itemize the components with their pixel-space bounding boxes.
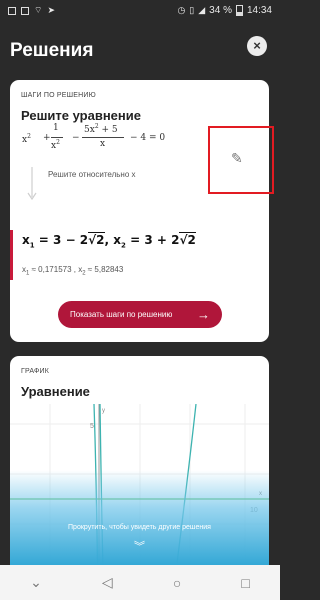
graph-card-title: Уравнение <box>21 384 90 399</box>
answer-accent-bar <box>10 230 13 280</box>
eq-term-x2: x2 <box>22 133 31 145</box>
wifi-icon: ⌔ <box>34 5 43 15</box>
mail-icon <box>8 6 16 15</box>
send-icon: ➤ <box>47 5 56 15</box>
hide-nav-icon[interactable]: ⌄ <box>30 574 42 591</box>
close-icon: × <box>253 38 261 53</box>
answer-roots: x1 = 3 − 2√2, x2 = 3 + 2√2 <box>22 232 196 250</box>
close-button[interactable]: × <box>247 36 267 56</box>
steps-card: ШАГИ ПО РЕШЕНИЮ Решите уравнение x2 + 1 … <box>10 80 269 342</box>
show-steps-button[interactable]: Показать шаги по решению → <box>58 301 222 328</box>
eq-plus: + <box>43 133 51 143</box>
steps-card-title: Решите уравнение <box>21 108 141 123</box>
battery-text: 34 % <box>209 5 232 16</box>
solve-for-text: Решите относительно x <box>48 170 136 179</box>
system-nav-bar: ⌄ ◁ ○ □ <box>0 565 280 600</box>
page-title: Решения <box>10 40 94 61</box>
alarm-icon: ◷ <box>177 5 186 15</box>
equation: x2 + 1 x2 − 5x2 + 5 x − 4 = 0 <box>22 123 192 153</box>
back-button[interactable]: ◁ <box>102 574 113 591</box>
eq-minus: − <box>72 133 80 143</box>
vibrate-icon: ▯ <box>189 5 195 15</box>
show-steps-label: Показать шаги по решению <box>70 310 173 319</box>
double-chevron-down-icon[interactable]: ︾ <box>10 538 269 554</box>
status-icons-left: ⌔ ➤ <box>8 5 55 16</box>
arrow-right-icon: → <box>197 307 210 322</box>
answer-approximations: x1 ≈ 0,171573 , x2 ≈ 5,82843 <box>22 265 124 277</box>
steps-section-label: ШАГИ ПО РЕШЕНИЮ <box>21 92 96 99</box>
scroll-hint-text[interactable]: Прокрутить, чтобы увидеть другие решения <box>10 524 269 531</box>
graph-section-label: ГРАФИК <box>21 368 50 375</box>
home-button[interactable]: ○ <box>173 575 181 591</box>
image-icon <box>21 6 29 15</box>
eq-den1: x2 <box>51 139 60 151</box>
eq-den2: x <box>100 139 106 149</box>
y-tick-5: 5 <box>90 423 94 430</box>
eq-tail: − 4 = 0 <box>130 133 166 143</box>
arrow-down-icon <box>27 167 37 201</box>
eq-num1: 1 <box>53 123 59 133</box>
y-axis-label: y <box>102 408 105 414</box>
pencil-icon[interactable]: ✎ <box>231 150 243 167</box>
signal-icon: ◢ <box>198 5 206 15</box>
battery-icon <box>235 5 243 16</box>
clock: 14:34 <box>246 5 272 16</box>
status-bar: ⌔ ➤ ◷ ▯ ◢ 34 % 14:34 <box>0 0 280 22</box>
recent-apps-button[interactable]: □ <box>241 575 249 591</box>
eq-num2: 5x2 + 5 <box>84 123 118 135</box>
status-icons-right: ◷ ▯ ◢ 34 % 14:34 <box>177 5 272 16</box>
